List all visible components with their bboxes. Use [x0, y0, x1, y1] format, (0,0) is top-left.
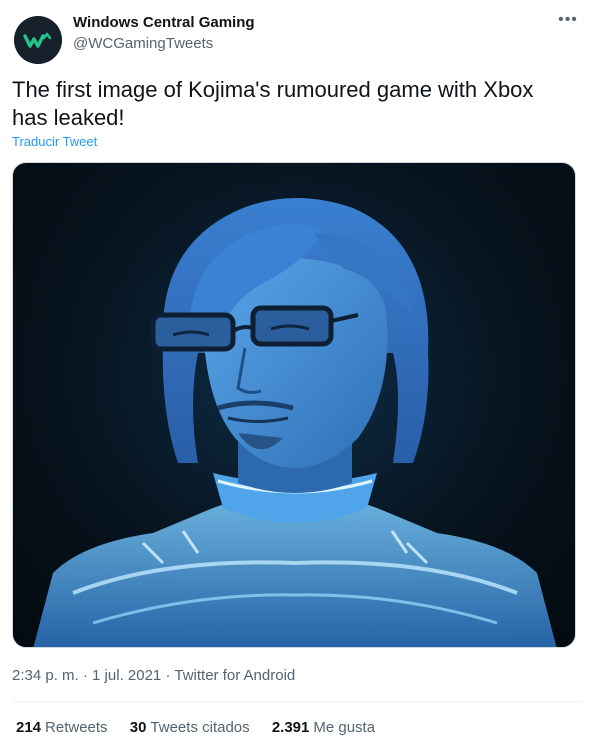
divider [12, 701, 582, 702]
likes-label: Me gusta [313, 719, 376, 736]
retweets-stat[interactable]: 214 Retweets [16, 719, 108, 736]
windows-central-logo-icon [14, 16, 62, 64]
meta-separator: · [165, 667, 171, 684]
more-horizontal-icon[interactable]: ••• [556, 10, 580, 30]
quotes-count: 30 [129, 719, 147, 736]
hologram-portrait-image [13, 163, 575, 647]
tweet-container: Windows Central Gaming @WCGamingTweets •… [0, 0, 594, 747]
tweet-source[interactable]: Twitter for Android [174, 667, 295, 684]
likes-count: 2.391 [271, 719, 310, 736]
tweet-meta: 2:34 p. m. · 1 jul. 2021 · Twitter for A… [12, 667, 295, 684]
tweet-image[interactable] [12, 162, 576, 648]
tweet-text: The first image of Kojima's rumoured gam… [12, 77, 534, 130]
author-name[interactable]: Windows Central Gaming [73, 14, 255, 31]
tweet-time[interactable]: 2:34 p. m. [12, 667, 79, 684]
author-handle[interactable]: @WCGamingTweets [73, 35, 213, 52]
retweets-label: Retweets [45, 719, 108, 736]
retweets-count: 214 [16, 719, 42, 736]
likes-stat[interactable]: 2.391 Me gusta [272, 719, 375, 736]
avatar[interactable] [14, 16, 62, 64]
tweet-date[interactable]: 1 jul. 2021 [92, 667, 161, 684]
meta-separator: · [82, 667, 88, 684]
quotes-label: Tweets citados [150, 719, 250, 736]
tweet-stats: 214 Retweets 30 Tweets citados 2.391 Me gus… [16, 719, 393, 736]
translate-link[interactable]: Traducir Tweet [12, 134, 97, 149]
quotes-stat[interactable]: 30 Tweets citados [130, 719, 250, 736]
